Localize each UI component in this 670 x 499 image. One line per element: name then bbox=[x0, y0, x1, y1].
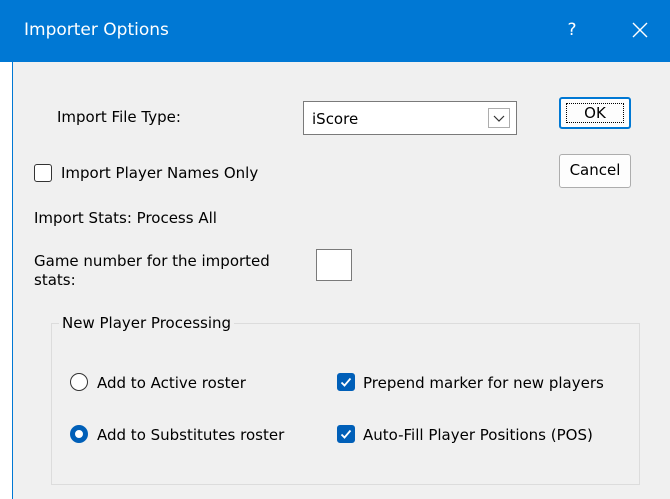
cancel-button-label: Cancel bbox=[569, 161, 621, 179]
checkmark-icon bbox=[340, 429, 352, 439]
add-active-label: Add to Active roster bbox=[97, 374, 246, 392]
import-names-only-checkbox[interactable] bbox=[34, 164, 52, 182]
ok-button[interactable]: OK bbox=[559, 97, 631, 129]
autofill-positions-checkbox[interactable] bbox=[337, 425, 355, 443]
import-names-only-label: Import Player Names Only bbox=[61, 164, 259, 182]
prepend-marker-label: Prepend marker for new players bbox=[363, 374, 604, 392]
add-active-radio[interactable] bbox=[70, 373, 88, 391]
import-file-type-value: iScore bbox=[312, 110, 359, 128]
add-substitutes-radio[interactable] bbox=[70, 425, 88, 443]
game-number-label-line2: stats: bbox=[34, 271, 76, 289]
game-number-input[interactable] bbox=[316, 249, 352, 281]
ok-button-label: OK bbox=[584, 104, 606, 122]
new-player-processing-group bbox=[51, 323, 640, 485]
window-title: Importer Options bbox=[24, 20, 169, 40]
help-button[interactable]: ? bbox=[557, 17, 587, 43]
cancel-button[interactable]: Cancel bbox=[559, 154, 631, 188]
close-button[interactable] bbox=[623, 16, 657, 44]
chevron-down-icon bbox=[493, 115, 505, 122]
autofill-positions-label: Auto-Fill Player Positions (POS) bbox=[363, 426, 593, 444]
prepend-marker-checkbox[interactable] bbox=[337, 373, 355, 391]
checkmark-icon bbox=[340, 377, 352, 387]
title-bar: Importer Options ? bbox=[0, 0, 670, 62]
import-file-type-select[interactable]: iScore bbox=[303, 101, 517, 135]
game-number-label-line1: Game number for the imported bbox=[34, 252, 270, 270]
close-icon bbox=[632, 22, 648, 38]
dropdown-button[interactable] bbox=[488, 108, 510, 128]
new-player-processing-legend: New Player Processing bbox=[59, 314, 235, 332]
add-substitutes-label: Add to Substitutes roster bbox=[97, 426, 285, 444]
import-stats-text: Import Stats: Process All bbox=[34, 209, 217, 227]
import-file-type-label: Import File Type: bbox=[57, 108, 181, 126]
